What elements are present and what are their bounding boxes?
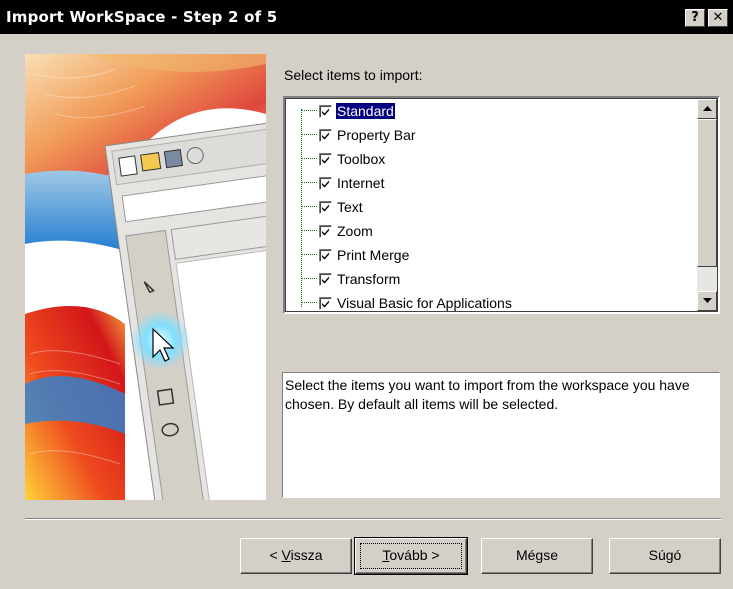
tree-branch-line (301, 206, 317, 208)
tree-item-label: Standard (335, 102, 396, 120)
tree-item-label: Transform (337, 271, 401, 287)
description-box: Select the items you want to import from… (282, 372, 720, 498)
cancel-button[interactable]: Mégse (481, 538, 593, 574)
tree-item[interactable]: Standard (301, 100, 396, 122)
arrow-down-icon[interactable] (697, 291, 717, 311)
back-label: issza (290, 547, 323, 563)
tree-item[interactable]: Toolbox (301, 148, 386, 170)
tree-branch-line (301, 182, 317, 184)
tree-scrollbar[interactable] (697, 99, 717, 311)
title-bar: Import WorkSpace - Step 2 of 5 ? ✕ (0, 0, 733, 34)
check-icon[interactable] (319, 104, 332, 118)
tree-item[interactable]: Text (301, 196, 364, 218)
tree-branch-line (301, 278, 317, 280)
tree-item[interactable]: Visual Basic for Applications (301, 292, 513, 312)
tree-item-label: Print Merge (337, 247, 410, 263)
back-button[interactable]: < Vissza (240, 538, 352, 574)
tree-branch-line (301, 254, 317, 256)
next-button[interactable]: Tovább > (354, 537, 468, 575)
import-workspace-dialog: Import WorkSpace - Step 2 of 5 ? ✕ Selec… (0, 0, 733, 589)
check-icon[interactable] (319, 128, 332, 142)
window-title: Import WorkSpace - Step 2 of 5 (6, 8, 278, 26)
tree-item-label: Internet (337, 175, 385, 191)
check-icon[interactable] (319, 248, 332, 262)
tree-branch-line (301, 134, 317, 136)
tree-item-label: Visual Basic for Applications (337, 295, 512, 311)
tree-item[interactable]: Zoom (301, 220, 374, 242)
items-tree-list: Standard Property Bar Toolbox Internet Text Z… (285, 98, 696, 312)
tree-branch-line (301, 110, 317, 112)
back-mnemonic: V (281, 547, 291, 563)
tree-item-label: Property Bar (337, 127, 416, 143)
back-prefix: < (269, 547, 282, 563)
items-tree[interactable]: Standard Property Bar Toolbox Internet Text Z… (283, 96, 720, 314)
tree-item-label: Zoom (337, 223, 373, 239)
help-button[interactable]: Súgó (609, 538, 721, 574)
arrow-up-icon[interactable] (697, 99, 717, 119)
tree-item[interactable]: Print Merge (301, 244, 410, 266)
check-icon[interactable] (319, 152, 332, 166)
wizard-illustration (25, 54, 266, 500)
check-icon[interactable] (319, 296, 332, 310)
check-icon[interactable] (319, 200, 332, 214)
check-icon[interactable] (319, 176, 332, 190)
tree-branch-line (301, 230, 317, 232)
select-items-label: Select items to import: (284, 67, 423, 83)
check-icon[interactable] (319, 272, 332, 286)
separator (25, 518, 721, 520)
close-icon[interactable]: ✕ (708, 9, 728, 27)
help-icon[interactable]: ? (685, 9, 705, 27)
tree-item-label: Toolbox (337, 151, 386, 167)
tree-item[interactable]: Transform (301, 268, 401, 290)
tree-item-label: Text (337, 199, 363, 215)
next-label: ovább > (389, 547, 440, 563)
tree-branch-line (301, 158, 317, 160)
tree-item[interactable]: Internet (301, 172, 385, 194)
tree-branch-line (301, 302, 317, 304)
tree-item[interactable]: Property Bar (301, 124, 417, 146)
check-icon[interactable] (319, 224, 332, 238)
scrollbar-thumb[interactable] (697, 119, 717, 267)
